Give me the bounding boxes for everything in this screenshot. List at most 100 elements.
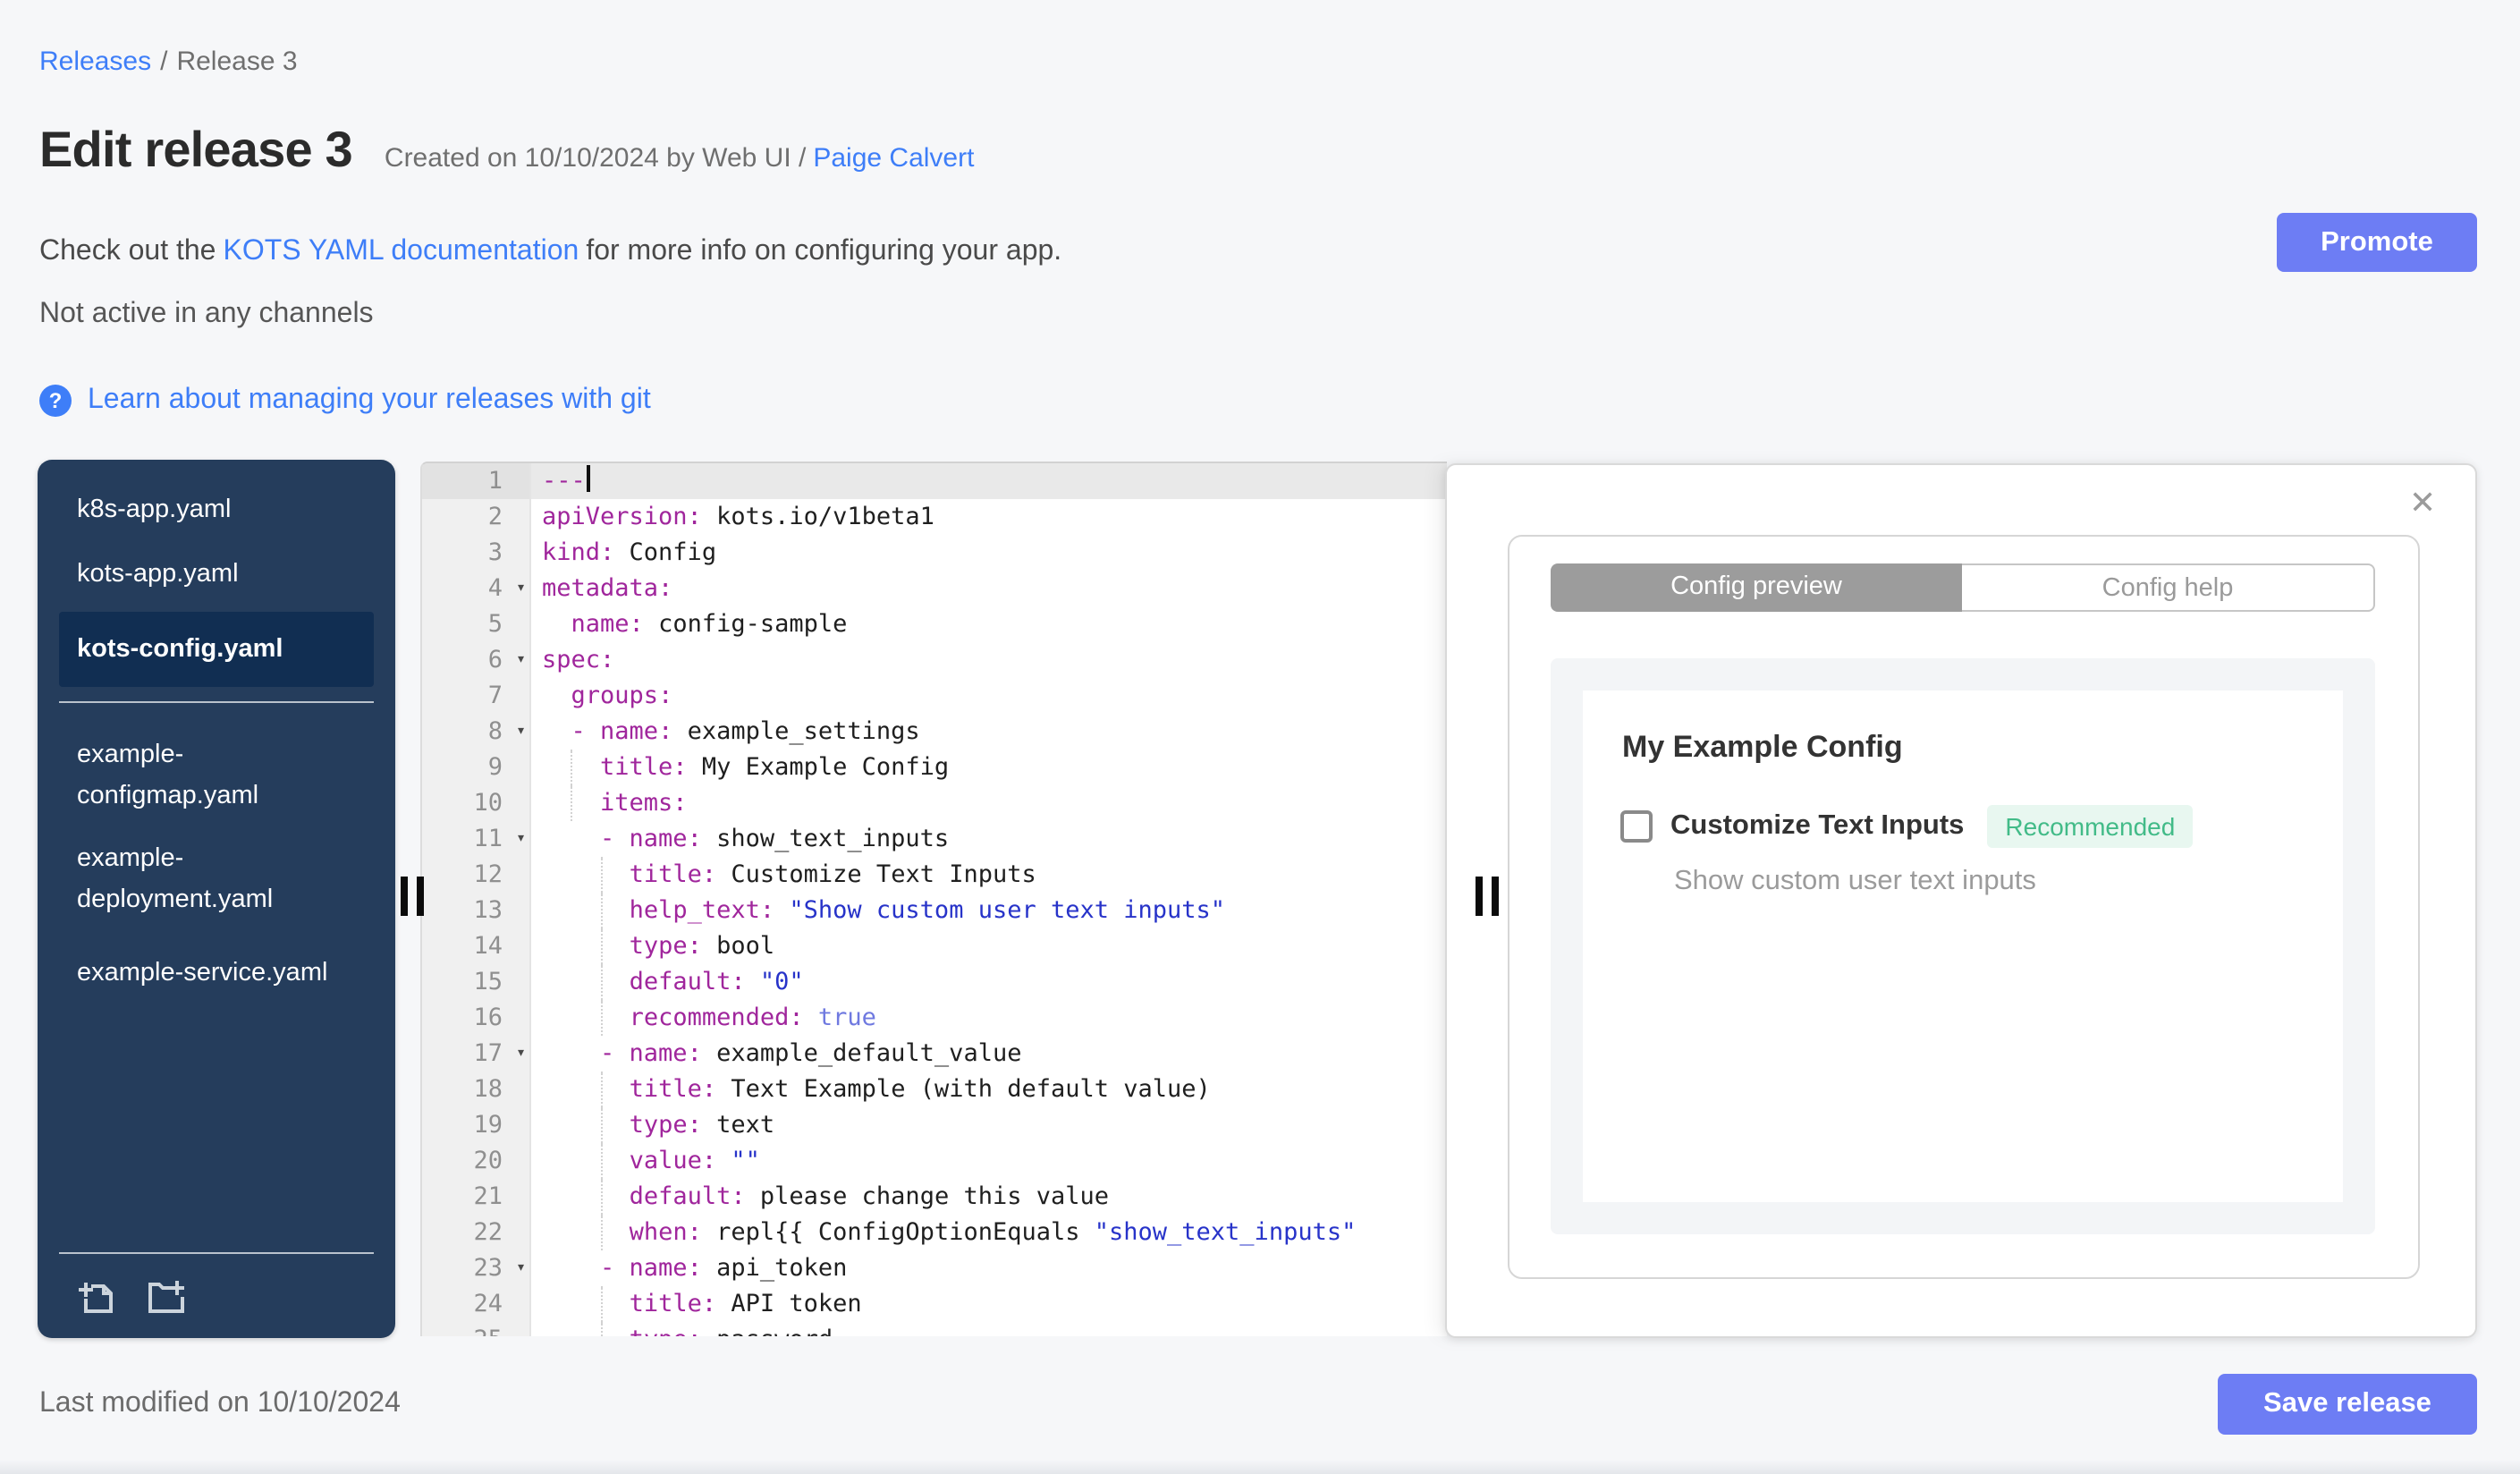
editor-line-19[interactable]: 19 type: text — [422, 1107, 1447, 1143]
config-item-help: Show custom user text inputs — [1674, 866, 2036, 896]
file-item-kots-app.yaml[interactable]: kots-app.yaml — [38, 542, 395, 606]
editor-line-7[interactable]: 7 groups: — [422, 678, 1447, 714]
editor-line-10[interactable]: 10 items: — [422, 785, 1447, 821]
editor-line-17[interactable]: 17 ▾ - name: example_default_value — [422, 1036, 1447, 1072]
editor-line-8[interactable]: 8 ▾ - name: example_settings — [422, 714, 1447, 750]
docs-suffix: for more info on configuring your app. — [586, 236, 1062, 267]
file-item-kots-config.yaml[interactable]: kots-config.yaml — [59, 612, 374, 687]
file-item-k8s-app.yaml[interactable]: k8s-app.yaml — [38, 478, 395, 542]
editor-line-18[interactable]: 18 title: Text Example (with default val… — [422, 1072, 1447, 1107]
config-item-label: Customize Text Inputs — [1670, 810, 1965, 841]
editor-line-13[interactable]: 13 help_text: "Show custom user text inp… — [422, 893, 1447, 928]
editor-line-1[interactable]: 1 --- — [422, 463, 1447, 499]
editor-line-23[interactable]: 23 ▾ - name: api_token — [422, 1250, 1447, 1286]
file-item-example-deployment.yaml[interactable]: example-deployment.yaml — [38, 828, 395, 932]
editor-line-4[interactable]: 4 ▾ metadata: — [422, 571, 1447, 606]
recommended-badge: Recommended — [1987, 805, 2194, 848]
config-card: My Example Config Customize Text Inputs … — [1583, 690, 2343, 1202]
preview-box: Config preview Config help My Example Co… — [1508, 535, 2420, 1279]
breadcrumb-separator: / — [160, 47, 168, 77]
yaml-editor[interactable]: 1 --- 2 apiVersion: kots.io/v1beta1 3 kind: C… — [420, 462, 1447, 1336]
customize-text-inputs-checkbox[interactable] — [1620, 810, 1653, 843]
sidebar-divider — [59, 701, 374, 703]
line-number: 7 — [422, 678, 531, 714]
line-number: 24 — [422, 1286, 531, 1322]
title-row: Edit release 3 Created on 10/10/2024 by … — [39, 122, 974, 179]
editor-line-6[interactable]: 6 ▾ spec: — [422, 642, 1447, 678]
tab-config-preview[interactable]: Config preview — [1551, 563, 1962, 612]
line-number: 9 — [422, 750, 531, 785]
line-number: 17 ▾ — [422, 1036, 531, 1072]
breadcrumb-releases-link[interactable]: Releases — [39, 47, 151, 77]
close-icon[interactable]: ✕ — [2409, 485, 2436, 522]
editor-line-9[interactable]: 9 title: My Example Config — [422, 750, 1447, 785]
editor-line-24[interactable]: 24 title: API token — [422, 1286, 1447, 1322]
tab-config-help[interactable]: Config help — [1962, 563, 2375, 612]
config-group-title: My Example Config — [1622, 730, 1903, 764]
fold-icon[interactable]: ▾ — [516, 571, 526, 606]
resize-handle-left[interactable] — [401, 877, 424, 916]
editor-line-3[interactable]: 3 kind: Config — [422, 535, 1447, 571]
editor-line-14[interactable]: 14 type: bool — [422, 928, 1447, 964]
editor-line-22[interactable]: 22 when: repl{{ ConfigOptionEquals "show… — [422, 1215, 1447, 1250]
line-number: 6 ▾ — [422, 642, 531, 678]
editor-line-16[interactable]: 16 recommended: true — [422, 1000, 1447, 1036]
created-text: Created on 10/10/2024 by Web UI / — [384, 143, 807, 174]
edit-release-page: Releases / Release 3 Edit release 3 Create… — [0, 0, 2520, 1474]
resize-handle-right[interactable] — [1476, 877, 1499, 916]
line-number: 14 — [422, 928, 531, 964]
line-number: 23 ▾ — [422, 1250, 531, 1286]
sidebar-actions — [73, 1275, 190, 1322]
fold-icon[interactable]: ▾ — [516, 821, 526, 857]
editor-line-25[interactable]: 25 type: password — [422, 1322, 1447, 1336]
line-number: 21 — [422, 1179, 531, 1215]
line-number: 20 — [422, 1143, 531, 1179]
line-number: 1 — [422, 463, 531, 499]
file-item-example-service.yaml[interactable]: example-service.yaml — [38, 943, 395, 1005]
kots-docs-link[interactable]: KOTS YAML documentation — [223, 236, 579, 267]
line-number: 3 — [422, 535, 531, 571]
page-title: Edit release 3 — [39, 122, 353, 177]
new-folder-icon[interactable] — [143, 1275, 190, 1322]
editor-line-2[interactable]: 2 apiVersion: kots.io/v1beta1 — [422, 499, 1447, 535]
new-file-icon[interactable] — [73, 1275, 120, 1322]
fold-icon[interactable]: ▾ — [516, 714, 526, 750]
git-help-line: ? Learn about managing your releases wit… — [39, 385, 651, 417]
config-item-row: Customize Text Inputs Recommended — [1620, 805, 2194, 848]
author-link[interactable]: Paige Calvert — [813, 143, 974, 174]
editor-line-11[interactable]: 11 ▾ - name: show_text_inputs — [422, 821, 1447, 857]
file-list-top: k8s-app.yaml kots-app.yaml kots-config.yam… — [38, 460, 395, 687]
git-docs-link[interactable]: Learn about managing your releases with … — [88, 385, 651, 417]
line-number: 11 ▾ — [422, 821, 531, 857]
editor-line-15[interactable]: 15 default: "0" — [422, 964, 1447, 1000]
breadcrumb: Releases / Release 3 — [39, 47, 298, 77]
bottom-fade — [0, 1460, 2520, 1474]
help-question-icon: ? — [39, 385, 72, 417]
fold-icon[interactable]: ▾ — [516, 1036, 526, 1072]
line-number: 8 ▾ — [422, 714, 531, 750]
editor-line-20[interactable]: 20 value: "" — [422, 1143, 1447, 1179]
text-caret — [587, 465, 590, 492]
file-list-bottom: example-configmap.yaml example-deployment… — [38, 717, 395, 1005]
file-item-example-configmap.yaml[interactable]: example-configmap.yaml — [38, 724, 395, 828]
line-number: 10 — [422, 785, 531, 821]
line-number: 15 — [422, 964, 531, 1000]
editor-lines: 1 --- 2 apiVersion: kots.io/v1beta1 3 kind: C… — [422, 463, 1447, 1336]
created-line: Created on 10/10/2024 by Web UI / Paige C… — [385, 143, 975, 174]
docs-prefix: Check out the — [39, 236, 216, 267]
save-release-button[interactable]: Save release — [2218, 1374, 2477, 1435]
channel-status: Not active in any channels — [39, 299, 374, 329]
editor-line-21[interactable]: 21 default: please change this value — [422, 1179, 1447, 1215]
fold-icon[interactable]: ▾ — [516, 1250, 526, 1286]
promote-button[interactable]: Promote — [2277, 213, 2477, 272]
line-number: 13 — [422, 893, 531, 928]
line-number: 5 — [422, 606, 531, 642]
sidebar-bottom-divider — [59, 1252, 374, 1254]
editor-line-12[interactable]: 12 title: Customize Text Inputs — [422, 857, 1447, 893]
fold-icon[interactable]: ▾ — [516, 642, 526, 678]
line-number: 19 — [422, 1107, 531, 1143]
preview-content-area: My Example Config Customize Text Inputs … — [1551, 658, 2375, 1234]
breadcrumb-current: Release 3 — [176, 47, 298, 77]
line-number: 25 — [422, 1322, 531, 1336]
editor-line-5[interactable]: 5 name: config-sample — [422, 606, 1447, 642]
